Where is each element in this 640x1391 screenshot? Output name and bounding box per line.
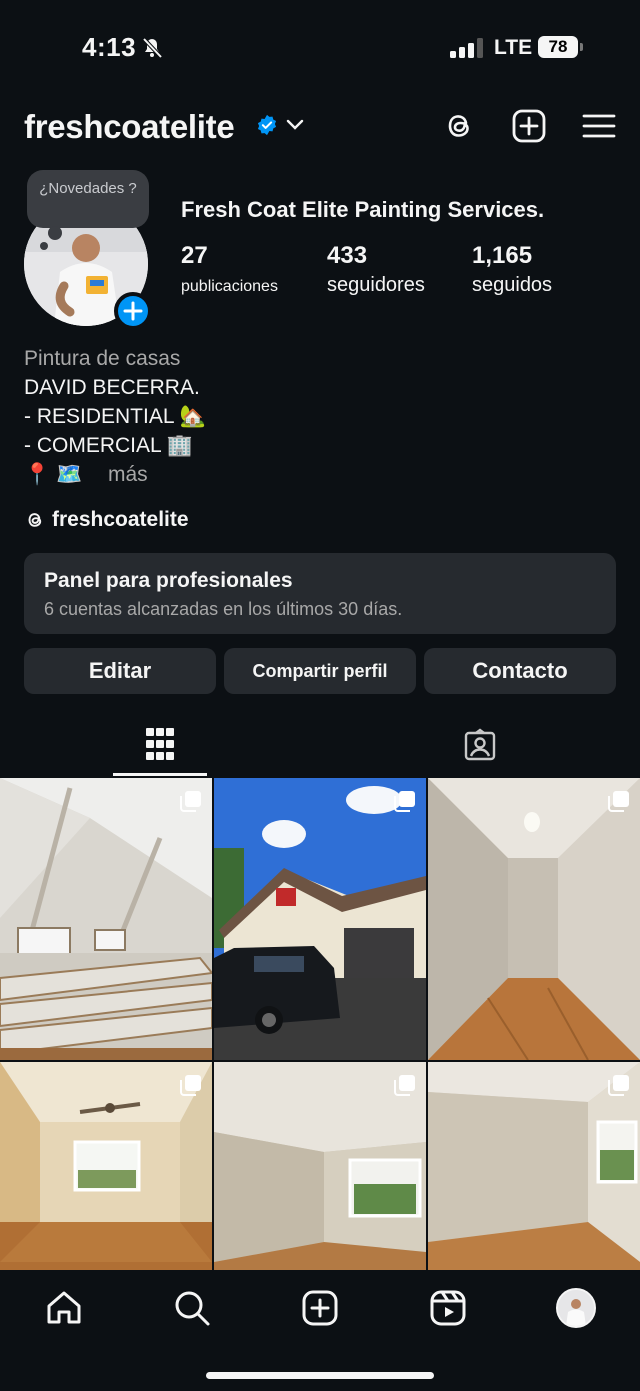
create-icon[interactable] [300,1288,340,1328]
contact-button[interactable]: Contacto [424,648,616,694]
multiple-posts-icon [180,791,201,812]
note-bubble-tail [48,226,62,240]
verified-badge-icon [257,114,277,136]
silent-mode-icon [142,37,163,59]
menu-icon[interactable] [581,108,617,144]
house-with-suv-photo [214,778,426,1060]
threads-profile-link[interactable]: freshcoatelite [24,508,189,532]
tab-posts-grid[interactable] [0,712,320,776]
search-icon[interactable] [172,1288,212,1328]
multiple-posts-icon [608,1075,629,1096]
threads-icon[interactable] [441,108,477,144]
avatar-photo [558,1290,594,1326]
stat-followers-count: 433 [327,242,368,269]
status-bar: 4:13 LTE 78 [0,0,640,96]
home-indicator [206,1372,434,1379]
church-interior-photo [0,778,212,1060]
profile-bio: Pintura de casas DAVID BECERRA. - RESIDE… [24,344,206,489]
bio-line: - COMERCIAL 🏢 [24,434,193,457]
network-type: LTE [494,36,533,59]
multiple-posts-icon [394,1075,415,1096]
profile-avatar[interactable] [556,1288,596,1328]
stat-posts-label: publicaciones [181,278,278,295]
battery-icon [580,43,583,51]
chevron-down-icon[interactable] [286,118,304,132]
battery-level: 78 [538,36,578,58]
threads-handle: freshcoatelite [52,508,189,531]
hallway-photo [428,778,640,1060]
plus-icon [123,301,143,321]
professional-dashboard-title: Panel para profesionales [44,569,293,592]
stat-posts-count: 27 [181,242,208,269]
create-icon[interactable] [511,108,547,144]
bio-more-link[interactable]: más [108,463,148,486]
threads-icon [28,513,42,527]
stat-followers-label: seguidores [327,274,425,296]
status-time: 4:13 [82,32,137,62]
multiple-posts-icon [608,791,629,812]
grid-post-church-interior[interactable] [0,778,212,1060]
stat-posts[interactable]: 27 publicaciones [181,242,278,296]
stat-following-label: seguidos [472,274,553,296]
grid-post-house-exterior[interactable] [214,778,426,1060]
multiple-posts-icon [180,1075,201,1096]
profile-full-name: Fresh Coat Elite Painting Services. [181,197,545,222]
cellular-signal-icon [450,38,483,58]
add-story-button[interactable] [114,292,152,330]
bio-emojis: 📍 🗺️ [24,463,83,486]
professional-dashboard-subtitle: 6 cuentas alcanzadas en los últimos 30 d… [44,599,403,619]
note-bubble[interactable]: ¿Novedades ? [27,170,149,228]
home-icon[interactable] [44,1288,84,1328]
stat-followers[interactable]: 433 seguidores [327,242,425,297]
profile-header: freshcoatelite [0,100,640,156]
active-tab-indicator [113,773,207,776]
share-profile-button[interactable]: Compartir perfil [224,648,416,694]
profile-category: Pintura de casas [24,347,181,370]
stat-following-count: 1,165 [472,242,533,269]
posts-grid [0,778,640,1344]
reels-icon[interactable] [428,1288,468,1328]
tab-tagged[interactable] [320,712,640,776]
bio-line: - RESIDENTIAL 🏡 [24,405,206,428]
professional-dashboard-card[interactable]: Panel para profesionales 6 cuentas alcan… [24,553,616,634]
grid-icon [146,728,174,760]
stat-following[interactable]: 1,165 seguidos [472,242,552,297]
tagged-icon [464,728,496,761]
note-bubble-tail-small [40,242,48,250]
bio-line: DAVID BECERRA. [24,376,200,399]
grid-post-hallway[interactable] [428,778,640,1060]
multiple-posts-icon [394,791,415,812]
account-switcher-username[interactable]: freshcoatelite [24,108,235,146]
bio-line: 📍 🗺️ más [24,460,206,489]
edit-profile-button[interactable]: Editar [24,648,216,694]
